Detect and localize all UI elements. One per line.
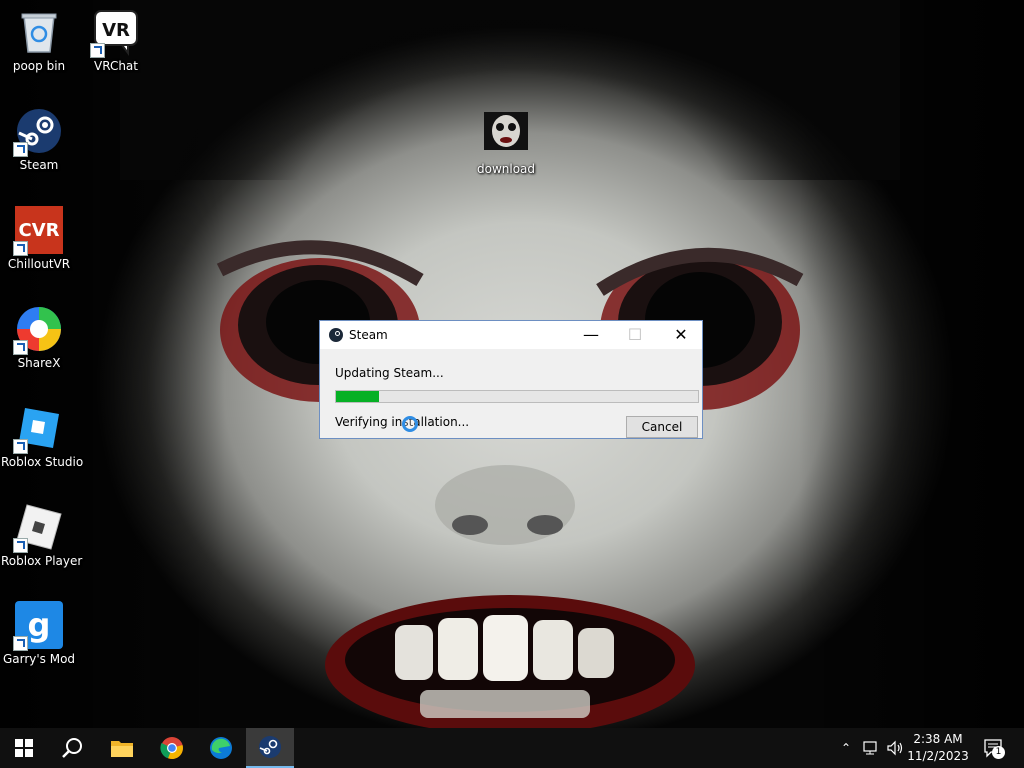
shortcut-arrow-icon	[13, 636, 28, 651]
notification-badge: 1	[992, 746, 1005, 759]
network-tray-button[interactable]	[860, 728, 882, 768]
taskbar-file-explorer[interactable]	[98, 728, 146, 768]
minimize-button[interactable]: —	[568, 321, 614, 349]
shortcut-arrow-icon	[13, 340, 28, 355]
garrysmod-icon: g	[13, 601, 63, 651]
update-progress-bar	[335, 390, 699, 403]
busy-cursor-icon	[402, 416, 418, 432]
steam-icon	[13, 107, 63, 157]
desktop-icon-label: ShareX	[17, 356, 61, 370]
sharex-icon	[13, 305, 63, 355]
desktop-icon-label: ChilloutVR	[7, 257, 71, 271]
desktop-icon-roblox-studio[interactable]: Roblox Studio	[1, 404, 84, 469]
steam-icon	[329, 328, 343, 342]
image-file-icon	[482, 111, 530, 159]
svg-text:CVR: CVR	[18, 220, 59, 241]
volume-tray-button[interactable]	[884, 728, 906, 768]
shortcut-arrow-icon	[13, 142, 28, 157]
network-icon	[863, 741, 877, 755]
desktop-icon-poop-bin[interactable]: poop bin	[1, 8, 77, 73]
chilloutvr-icon: CVR	[13, 206, 63, 256]
taskbar-clock[interactable]: 2:38 AM 11/2/2023	[905, 731, 971, 765]
dialog-titlebar[interactable]: Steam — ☐ ✕	[320, 321, 702, 349]
shortcut-arrow-icon	[13, 538, 28, 553]
chevron-up-icon: ⌃	[840, 741, 852, 755]
svg-text:VR: VR	[102, 20, 130, 41]
chrome-icon	[160, 737, 183, 760]
vrchat-icon: VR	[90, 8, 140, 58]
roblox-studio-icon	[13, 404, 63, 454]
dialog-title: Steam	[349, 328, 388, 342]
volume-icon	[887, 740, 903, 756]
desktop-icon-label: Roblox Studio	[1, 455, 84, 469]
clock-date: 11/2/2023	[907, 749, 969, 763]
taskbar-steam[interactable]	[246, 728, 294, 768]
search-icon	[62, 738, 82, 758]
taskbar-edge[interactable]	[197, 728, 245, 768]
shortcut-arrow-icon	[13, 439, 28, 454]
steam-update-dialog: Steam — ☐ ✕ Updating Steam... Verifying …	[319, 320, 703, 439]
cancel-button[interactable]: Cancel	[626, 416, 698, 438]
search-button[interactable]	[48, 728, 96, 768]
file-explorer-icon	[111, 741, 133, 757]
start-button[interactable]	[0, 728, 48, 768]
close-button[interactable]: ✕	[658, 321, 704, 349]
start-icon	[15, 739, 33, 757]
desktop-icon-label: poop bin	[12, 59, 66, 73]
desktop-icon-steam[interactable]: Steam	[1, 107, 77, 172]
shortcut-arrow-icon	[13, 241, 28, 256]
desktop-icon-label: Roblox Player	[1, 554, 83, 568]
recycle-bin-icon	[15, 8, 63, 56]
shortcut-arrow-icon	[90, 43, 105, 58]
desktop-icon-label: Garry's Mod	[2, 652, 76, 666]
desktop-icon-roblox-player[interactable]: Roblox Player	[1, 503, 83, 568]
taskbar-chrome[interactable]	[148, 728, 196, 768]
show-hidden-icons-button[interactable]: ⌃	[838, 728, 854, 768]
taskbar: ⌃ 2:38 AM 11/2/2023 1	[0, 728, 1024, 768]
maximize-button: ☐	[627, 325, 643, 344]
edge-icon	[210, 737, 232, 759]
desktop-icon-download[interactable]: download	[468, 111, 544, 176]
progress-fill	[336, 391, 380, 402]
action-center-button[interactable]: 1	[980, 728, 1008, 768]
desktop-icon-vrchat[interactable]: VR VRChat	[78, 8, 154, 73]
desktop-icon-chilloutvr[interactable]: CVR ChilloutVR	[1, 206, 77, 271]
desktop-icon-sharex[interactable]: ShareX	[1, 305, 77, 370]
update-status-text: Updating Steam...	[335, 366, 444, 380]
steam-icon	[259, 736, 281, 758]
desktop-icon-label: VRChat	[94, 59, 138, 73]
roblox-player-icon	[13, 503, 63, 553]
desktop-icon-label: download	[476, 162, 536, 176]
desktop-icon-garrys-mod[interactable]: g Garry's Mod	[1, 601, 77, 666]
svg-text:g: g	[28, 606, 51, 644]
clock-time: 2:38 AM	[913, 732, 963, 746]
desktop-icon-label: Steam	[19, 158, 59, 172]
